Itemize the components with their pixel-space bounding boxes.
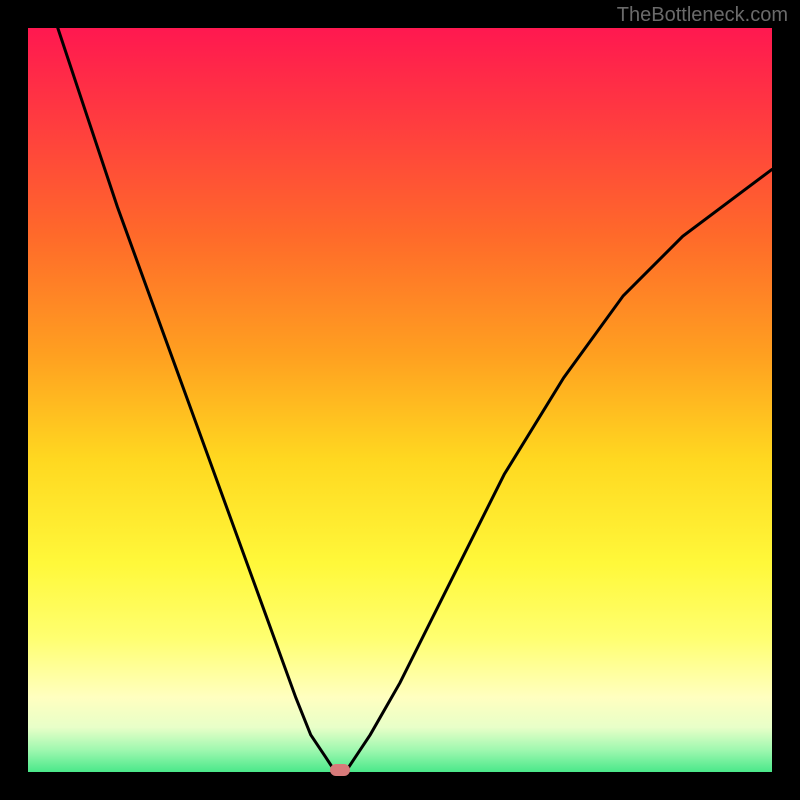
- bottleneck-curve: [58, 28, 772, 771]
- watermark-text: TheBottleneck.com: [617, 4, 788, 27]
- optimal-point-marker: [330, 764, 350, 776]
- chart-plot-area: [28, 28, 772, 772]
- curve-svg: [28, 28, 772, 772]
